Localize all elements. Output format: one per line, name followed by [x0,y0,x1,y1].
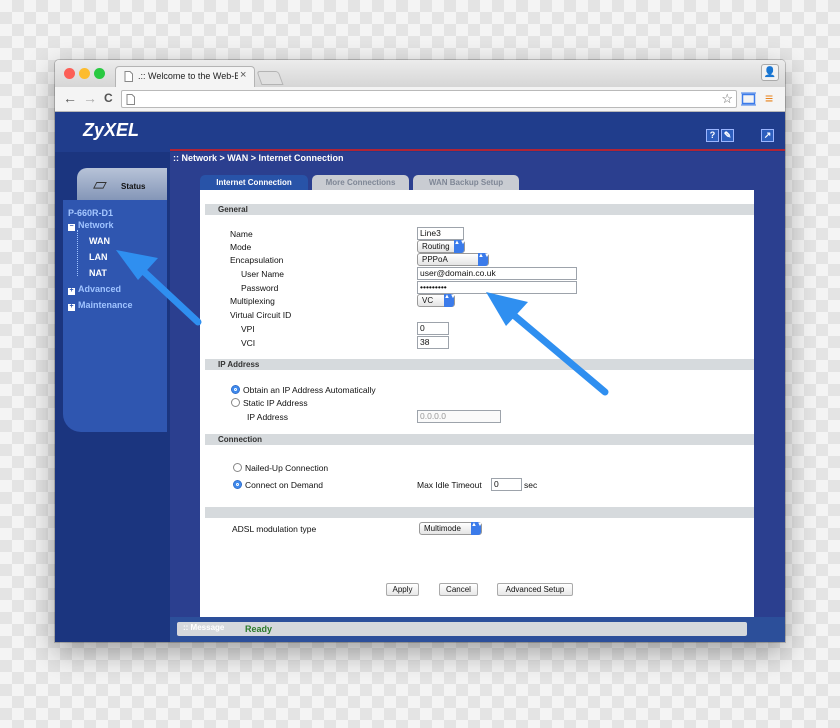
annotation-arrow-wan [116,250,202,326]
annotation-arrow-password [486,292,609,396]
annotation-overlay [116,250,609,396]
